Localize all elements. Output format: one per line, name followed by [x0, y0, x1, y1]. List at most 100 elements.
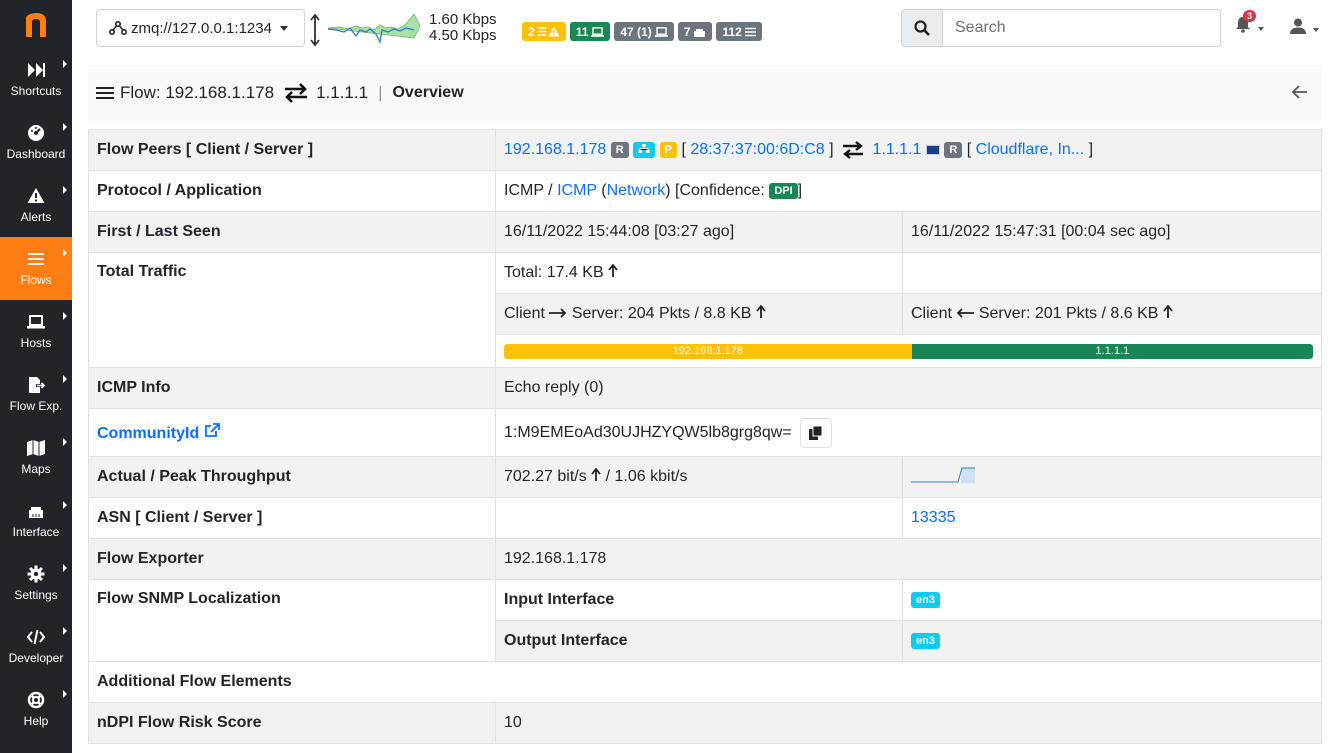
input-interface-cell: en3: [902, 579, 1322, 621]
upload-rate: 1.60 Kbps: [429, 11, 497, 28]
network-icon: [109, 21, 127, 35]
ethernet-icon: [694, 28, 706, 37]
sitemap-icon: [638, 143, 651, 153]
table-row-throughput: Actual / Peak Throughput 702.27 bit/s / …: [88, 456, 1322, 498]
table-row-exporter: Flow Exporter 192.168.1.178: [88, 538, 1322, 580]
confidence-badge: DPI: [769, 182, 798, 199]
sidebar-item-label: Flow Exp.: [9, 399, 63, 413]
sidebar-item-label: Flows: [20, 273, 52, 287]
search-button[interactable]: [901, 9, 943, 47]
sidebar-item-label: Help: [23, 714, 49, 728]
arrow-up-icon: [608, 263, 618, 277]
sidebar-item-help[interactable]: Help: [0, 678, 72, 741]
ratio-segment-client: 192.168.1.178: [504, 343, 912, 359]
user-menu[interactable]: [1290, 18, 1320, 39]
ntopng-logo[interactable]: [0, 0, 72, 48]
remote-hosts-badge[interactable]: 47 (1): [614, 22, 674, 41]
search-input[interactable]: [943, 9, 1221, 47]
fast-forward-icon: [28, 63, 45, 77]
traffic-sparkline[interactable]: [310, 12, 428, 48]
devices-badge[interactable]: 7: [677, 22, 713, 41]
asn-label: ASN [ Client / Server ]: [88, 497, 496, 539]
table-row-asn: ASN [ Client / Server ] 13335: [88, 497, 1322, 539]
table-row-seen: First / Last Seen 16/11/2022 15:44:08 [0…: [88, 211, 1322, 253]
alerts-badge[interactable]: 2: [522, 22, 566, 41]
sidebar-item-label: Interface: [12, 525, 60, 539]
overview-tab[interactable]: Overview: [392, 84, 463, 102]
client-to-server: Client Server: 204 Pkts / 8.8 KB: [495, 293, 903, 335]
search-group: [901, 9, 1221, 47]
sidebar-item-settings[interactable]: Settings: [0, 552, 72, 615]
client-mac-link[interactable]: 28:37:37:00:6D:C8: [690, 141, 824, 158]
client-word: Client: [911, 305, 952, 322]
community-id-link[interactable]: CommunityId: [97, 422, 220, 442]
local-hosts-badge[interactable]: 11: [569, 22, 611, 41]
server-to-client: Client Server: 201 Pkts / 8.6 KB: [902, 293, 1322, 335]
server-ip-link[interactable]: 1.1.1.1: [872, 141, 921, 158]
client-ip-link[interactable]: 192.168.1.178: [504, 141, 606, 158]
external-link-icon: [204, 422, 220, 437]
sidebar-item-hosts[interactable]: Hosts: [0, 300, 72, 363]
table-row-traffic: Total Traffic Total: 17.4 KB: [88, 252, 1322, 368]
menu-icon[interactable]: [96, 86, 114, 100]
interface-selector[interactable]: zmq://127.0.0.1:1234: [96, 9, 305, 47]
chevron-down-icon: [1313, 27, 1320, 32]
chevron-right-icon: [63, 690, 67, 698]
last-seen: 16/11/2022 15:47:31 [00:04 sec ago]: [902, 211, 1322, 253]
sidebar-item-interface[interactable]: Interface: [0, 489, 72, 552]
table-row-snmp-input: Flow SNMP Localization Input Interface e…: [88, 579, 1322, 662]
risk-label: nDPI Flow Risk Score: [88, 702, 496, 744]
exchange-icon: [843, 140, 864, 159]
sidebar-item-flows[interactable]: Flows: [0, 237, 72, 300]
asn-server-cell: 13335: [902, 497, 1322, 539]
client-word: Client: [504, 305, 545, 322]
sidebar-item-shortcuts[interactable]: Shortcuts: [0, 48, 72, 111]
sidebar-item-label: Settings: [14, 588, 58, 602]
output-interface-badge: en3: [911, 632, 940, 649]
exchange-icon: [285, 83, 308, 103]
flows-badge[interactable]: 112: [716, 22, 762, 41]
throughput-peak: / 1.06 kbit/s: [605, 468, 688, 485]
exporter-value: 192.168.1.178: [495, 538, 1322, 580]
protocol-app-link[interactable]: ICMP: [557, 182, 597, 199]
australia-flag-icon: [925, 144, 940, 155]
download-rate: 4.50 Kbps: [429, 27, 497, 44]
sidebar-item-alerts[interactable]: Alerts: [0, 174, 72, 237]
back-arrow-icon[interactable]: [1292, 85, 1308, 99]
chevron-right-icon: [63, 501, 67, 509]
ethernet-icon: [29, 507, 43, 518]
protocol-category-link[interactable]: Network: [607, 182, 666, 199]
output-interface-label: Output Interface: [495, 620, 903, 662]
map-icon: [27, 440, 45, 456]
file-export-icon: [29, 377, 45, 393]
sidebar-item-flow-exp[interactable]: Flow Exp.: [0, 363, 72, 426]
search-icon: [914, 20, 930, 36]
traffic-label: Total Traffic: [88, 252, 496, 368]
mac-open-bracket: [: [681, 141, 686, 159]
sidebar-item-developer[interactable]: Developer: [0, 615, 72, 678]
traffic-area-up: [327, 13, 421, 39]
chevron-right-icon: [63, 123, 67, 131]
mac-close-bracket: ]: [829, 141, 834, 159]
client-remote-tag: R: [610, 141, 629, 158]
asn-server-link[interactable]: 13335: [911, 509, 956, 526]
icmp-value: Echo reply (0): [495, 367, 1322, 409]
code-icon: [27, 629, 45, 645]
gear-icon: [27, 565, 45, 583]
client-private-tag: P: [659, 141, 677, 158]
chevron-right-icon: [63, 249, 67, 257]
input-interface-label: Input Interface: [495, 579, 903, 621]
table-row-protocol: Protocol / Application ICMP / ICMP (Netw…: [88, 170, 1322, 212]
asn-client: [495, 497, 903, 539]
notification-count: 3: [1243, 10, 1257, 22]
protocol-l4: ICMP /: [504, 182, 553, 199]
sidebar-item-label: Hosts: [20, 336, 52, 350]
copy-button[interactable]: [800, 417, 833, 448]
sidebar-item-dashboard[interactable]: Dashboard: [0, 111, 72, 174]
seen-label: First / Last Seen: [88, 211, 496, 253]
sidebar-item-label: Dashboard: [6, 147, 66, 161]
server-name-link[interactable]: Cloudflare, In...: [976, 141, 1085, 158]
sidebar-item-maps[interactable]: Maps: [0, 426, 72, 489]
table-row-additional: Additional Flow Elements: [88, 661, 1322, 703]
flow-server: 1.1.1.1: [316, 83, 369, 102]
